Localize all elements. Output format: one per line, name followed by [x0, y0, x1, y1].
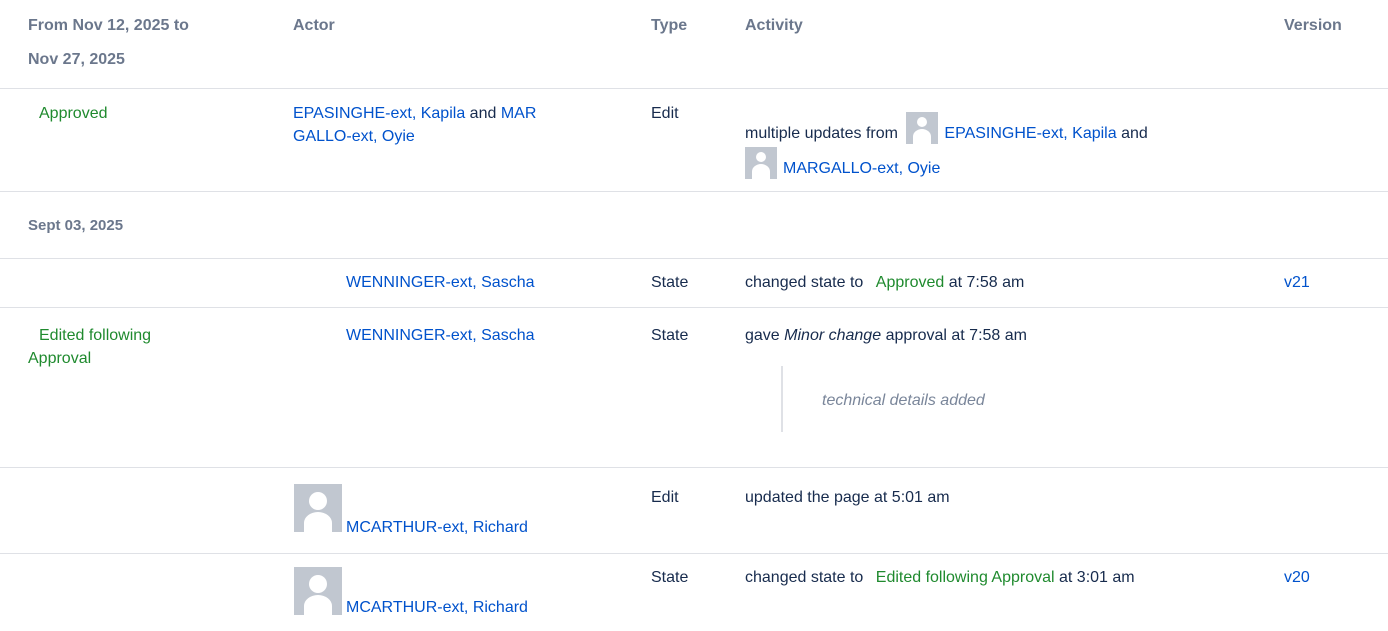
row-divider — [0, 553, 1388, 554]
actor-cell: EPASINGHE-ext, Kapila and MAR — [293, 103, 536, 125]
approval-comment: technical details added — [822, 392, 985, 409]
activity-prefix-text: gave — [745, 327, 780, 344]
user-avatar-icon[interactable] — [745, 147, 777, 179]
approval-type-text: Minor change — [784, 327, 882, 344]
actor-link-wenninger[interactable]: WENNINGER-ext, Sascha — [346, 325, 534, 347]
activity-prefix-text: changed state to — [745, 569, 864, 586]
activity-and-text: and — [1121, 125, 1148, 142]
actor-link-margallo-part1[interactable]: MAR — [501, 105, 537, 122]
activity-suffix-text: at 3:01 am — [1059, 569, 1135, 586]
state-label-edited-following-approval: Edited following Approval — [875, 569, 1055, 586]
activity-user2-line: MARGALLO-ext, Oyie — [745, 147, 940, 180]
status-label-approved: Approved — [39, 105, 108, 122]
activity-approval: gave Minor change approval at 7:58 am — [745, 325, 1027, 347]
type-cell-state: State — [651, 274, 689, 291]
type-cell-state: State — [651, 569, 689, 586]
user-avatar-icon[interactable] — [906, 112, 939, 144]
actor-link-epasinghe[interactable]: EPASINGHE-ext, Kapila — [293, 105, 465, 122]
status-label-edited-line1: Edited following — [39, 327, 152, 344]
activity-suffix-text: approval at 7:58 am — [885, 327, 1027, 344]
state-label-approved: Approved — [875, 274, 945, 291]
user-avatar-icon[interactable] — [294, 484, 342, 532]
type-cell-edit: Edit — [651, 489, 679, 506]
date-range-header-line1: From Nov 12, 2025 to — [28, 17, 189, 34]
activity-user-link-epasinghe[interactable]: EPASINGHE-ext, Kapila — [944, 125, 1116, 142]
activity-user-link-margallo[interactable]: MARGALLO-ext, Oyie — [783, 160, 940, 177]
comment-quote-bar — [781, 366, 783, 432]
version-column-header: Version — [1284, 17, 1342, 34]
version-link-v20[interactable]: v20 — [1284, 567, 1310, 589]
activity-state-change: changed state to Approved at 7:58 am — [745, 272, 1024, 294]
date-range-header-line2: Nov 27, 2025 — [28, 51, 125, 68]
activity-column-header: Activity — [745, 17, 803, 34]
status-label-edited-line2: Approval — [28, 350, 92, 367]
row-divider — [0, 467, 1388, 468]
actor-link-mcarthur[interactable]: MCARTHUR-ext, Richard — [346, 597, 528, 619]
actor-link-wenninger[interactable]: WENNINGER-ext, Sascha — [346, 272, 534, 294]
row-divider — [0, 307, 1388, 308]
type-column-header: Type — [651, 17, 688, 34]
activity-prefix-text: changed state to — [745, 274, 864, 291]
activity-multiple-updates: multiple updates from EPASINGHE-ext, Kap… — [745, 112, 1148, 145]
row-divider — [0, 258, 1388, 259]
group-date-header: Sept 03, 2025 — [28, 217, 124, 234]
activity-state-change: changed state to Edited following Approv… — [745, 567, 1135, 589]
activity-prefix-text: multiple updates from — [745, 125, 898, 142]
actor-link-mcarthur[interactable]: MCARTHUR-ext, Richard — [346, 517, 528, 539]
header-divider — [0, 88, 1388, 89]
actor-link-margallo-part2[interactable]: GALLO-ext, Oyie — [293, 126, 415, 148]
actor-and-text: and — [469, 105, 497, 122]
activity-page-update: updated the page at 5:01 am — [745, 489, 950, 506]
actor-column-header: Actor — [293, 17, 335, 34]
group-divider — [0, 191, 1388, 192]
type-cell-state: State — [651, 327, 689, 344]
activity-suffix-text: at 7:58 am — [948, 274, 1025, 291]
type-cell-edit: Edit — [651, 105, 679, 122]
user-avatar-icon[interactable] — [294, 567, 342, 615]
version-link-v21[interactable]: v21 — [1284, 272, 1310, 294]
